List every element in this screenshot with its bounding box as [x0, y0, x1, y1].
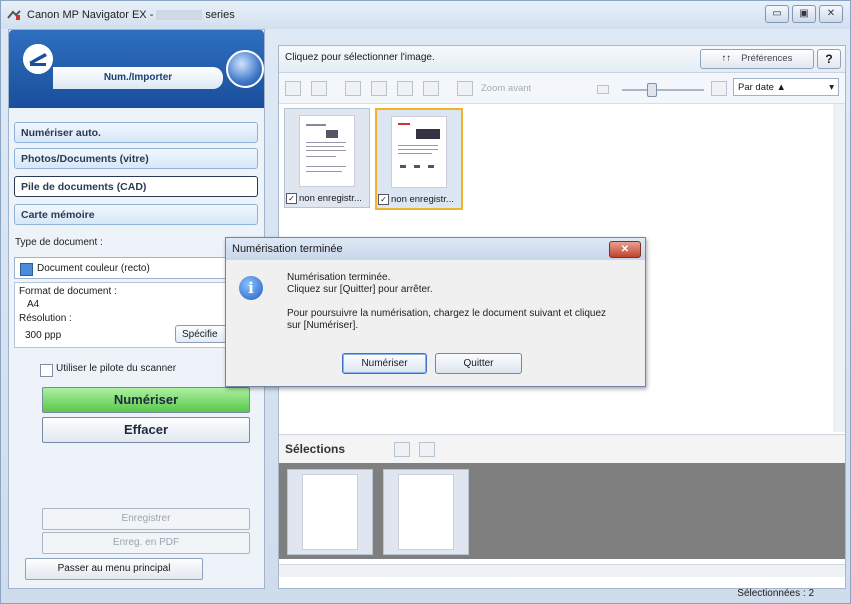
view-list-icon[interactable] [311, 81, 327, 96]
thumbnail-2-text: non enregistr... [391, 194, 454, 205]
page-content-icon [398, 123, 440, 168]
mode-header: Num./Importer [9, 30, 264, 108]
dialog-quit-button[interactable]: Quitter [435, 353, 522, 374]
selections-area [279, 463, 845, 559]
dialog-line-3: Pour poursuivre la numérisation, chargez… [287, 308, 607, 319]
preferences-button[interactable]: ↑↑ Préférences [700, 49, 814, 69]
thumbnail-1-label: ✓ non enregistr... [286, 192, 362, 204]
save-pdf-button[interactable]: Enreg. en PDF [42, 532, 250, 554]
preferences-label: Préférences [741, 53, 793, 64]
model-name-redacted [156, 10, 203, 21]
scan-settings-box: Format de document : A4 Résolution : 300… [14, 282, 260, 348]
document-format-value: A4 [27, 299, 40, 310]
selected-thumbnail-2[interactable] [383, 469, 469, 555]
instruction-bar: Cliquez pour sélectionner l'image. ↑↑ Pré… [279, 46, 845, 73]
thumbnail-1[interactable]: ✓ non enregistr... [284, 108, 370, 208]
view-toolbar: Zoom avant Par date ▲ ▾ [279, 73, 845, 104]
chevron-down-icon: ▾ [829, 82, 834, 93]
zoom-icon[interactable] [457, 81, 473, 96]
dialog-line-1: Numérisation terminée. [287, 272, 391, 283]
instruction-text: Cliquez pour sélectionner l'image. [285, 52, 435, 63]
nav-photos-documents-platen[interactable]: Photos/Documents (vitre) [14, 148, 258, 169]
window-title: Canon MP Navigator EX - series [27, 9, 235, 21]
flip-icon[interactable] [397, 81, 413, 96]
status-bar: Sélectionnées : 2 [278, 587, 844, 603]
title-bar[interactable]: Canon MP Navigator EX - series ▭ ▣ ✕ [1, 1, 850, 29]
thumbnail-2-label: ✓ non enregistr... [378, 193, 454, 205]
scan-button[interactable]: Numériser [42, 387, 250, 413]
zoom-in-label: Zoom avant [481, 83, 532, 94]
rotate-right-icon[interactable] [371, 81, 387, 96]
maximize-button[interactable]: ▣ [792, 5, 816, 23]
selected-preview-1 [302, 474, 358, 550]
resolution-value: 300 ppp [25, 330, 62, 341]
document-type-label: Type de document : [15, 237, 103, 248]
info-icon: i [239, 276, 263, 300]
selections-title: Sélections [285, 442, 346, 456]
preferences-icon: ↑↑ [721, 53, 732, 64]
selected-thumbnail-1[interactable] [287, 469, 373, 555]
scanner-driver-label: Utiliser le pilote du scanner [56, 363, 177, 374]
nav-auto-scan[interactable]: Numériser auto. [14, 122, 258, 143]
scan-complete-dialog: Numérisation terminée ✕ i Numérisation t… [225, 237, 646, 387]
nav-document-stack-adf[interactable]: Pile de documents (CAD) [14, 176, 258, 197]
view-grid-icon[interactable] [285, 81, 301, 96]
thumbnail-1-checkbox[interactable]: ✓ [286, 192, 297, 204]
document-preview-1 [299, 115, 355, 187]
close-window-button[interactable]: ✕ [819, 5, 843, 23]
sort-value: Par date ▲ [738, 82, 786, 93]
document-preview-2 [391, 116, 447, 188]
page-content-icon [306, 124, 346, 172]
sort-select[interactable]: Par date ▲ ▾ [733, 78, 839, 96]
document-type-value: Document couleur (recto) [37, 263, 150, 274]
dialog-title-bar[interactable]: Numérisation terminée ✕ [226, 238, 645, 260]
dialog-close-icon[interactable]: ✕ [609, 241, 641, 258]
window-title-suffix: series [205, 9, 235, 21]
thumbnail-size-slider[interactable] [622, 89, 704, 91]
dialog-scan-button[interactable]: Numériser [342, 353, 427, 374]
app-icon [7, 10, 21, 20]
document-type-select[interactable]: Document couleur (recto) [14, 257, 258, 279]
selected-count: Sélectionnées : 2 [737, 588, 814, 599]
thumbnail-1-text: non enregistr... [299, 193, 362, 204]
mode-tab-scan-import[interactable]: Num./Importer [53, 67, 223, 89]
main-menu-button[interactable]: Passer au menu principal [25, 558, 203, 580]
slider-knob[interactable] [647, 83, 657, 97]
thumbnail-2-checkbox[interactable]: ✓ [378, 193, 389, 205]
dialog-line-4: sur [Numériser]. [287, 320, 359, 331]
selected-preview-2 [398, 474, 454, 550]
dialog-title: Numérisation terminée [232, 243, 343, 255]
minimize-button[interactable]: ▭ [765, 5, 789, 23]
rotate-left-icon[interactable] [345, 81, 361, 96]
selections-header: Sélections [279, 434, 845, 463]
selections-single-icon[interactable] [419, 442, 435, 457]
dialog-line-2: Cliquez sur [Quitter] pour arrêter. [287, 284, 433, 295]
crop-icon[interactable] [423, 81, 439, 96]
nav-memory-card[interactable]: Carte mémoire [14, 204, 258, 225]
color-document-icon [20, 263, 33, 276]
resolution-label: Résolution : [19, 313, 72, 324]
window-title-prefix: Canon MP Navigator EX - [27, 9, 154, 21]
large-thumbnail-icon [711, 81, 727, 96]
small-thumbnail-icon [597, 85, 609, 94]
scanner-driver-checkbox[interactable] [40, 364, 53, 377]
app-window: Canon MP Navigator EX - series ▭ ▣ ✕ Num.… [0, 0, 851, 604]
thumbnail-area-scrollbar[interactable] [833, 104, 845, 432]
selections-grid-icon[interactable] [394, 442, 410, 457]
navigation-globe-icon[interactable] [226, 50, 264, 88]
document-format-label: Format de document : [19, 286, 117, 297]
thumbnail-2[interactable]: ✓ non enregistr... [375, 108, 463, 210]
save-button[interactable]: Enregistrer [42, 508, 250, 530]
scanner-icon [23, 44, 53, 74]
selections-scrollbar[interactable] [279, 564, 845, 577]
help-button[interactable]: ? [817, 49, 841, 69]
clear-button[interactable]: Effacer [42, 417, 250, 443]
